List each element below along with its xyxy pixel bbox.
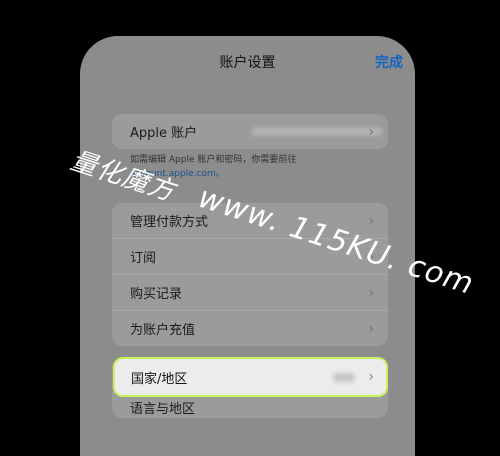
country-region-label: 国家/地区 — [131, 371, 188, 387]
done-button[interactable]: 完成 — [375, 52, 403, 72]
chevron-right-icon: › — [368, 123, 374, 140]
chevron-right-icon: › — [368, 320, 374, 337]
apple-account-row[interactable]: Apple 账户 › — [112, 114, 388, 149]
row-label: 语言与地区 — [130, 402, 196, 417]
account-note-text: 如需编辑 Apple 账户和密码，你需要前往 — [130, 155, 297, 165]
purchase-history-row[interactable]: 购买记录 › — [112, 274, 388, 310]
chevron-right-icon: › — [368, 369, 374, 385]
chevron-right-icon: › — [368, 212, 374, 229]
country-region-row[interactable]: 国家/地区 › — [113, 357, 388, 397]
chevron-right-icon: › — [368, 284, 374, 301]
redacted-country-value — [333, 373, 355, 382]
add-funds-row[interactable]: 为账户充值 › — [112, 310, 388, 346]
redacted-account-id — [252, 127, 382, 136]
row-label: 购买记录 — [130, 287, 183, 302]
row-label: 订阅 — [130, 251, 157, 266]
apple-account-label: Apple 账户 — [130, 126, 198, 141]
account-card: Apple 账户 › — [112, 114, 388, 149]
page-title: 账户设置 — [219, 55, 276, 71]
row-label: 为账户充值 — [130, 323, 196, 338]
